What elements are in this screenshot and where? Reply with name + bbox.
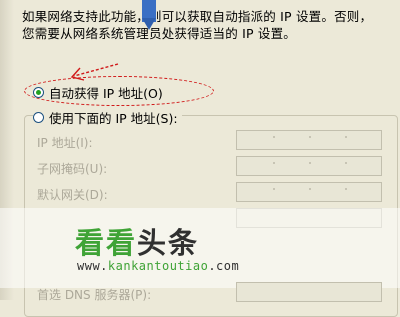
brand-dark-text: 头条 xyxy=(137,226,200,260)
description-text: 如果网络支持此功能，则可以获取自动指派的 IP 设置。否则， 您需要从网络系统管… xyxy=(22,8,398,42)
description-line-1: 如果网络支持此功能，则可以获取自动指派的 IP 设置。否则， xyxy=(22,9,373,24)
ip-address-field[interactable] xyxy=(236,130,382,150)
watermark-url: www.kankantoutiao.com xyxy=(77,259,239,273)
radio-auto-ip-button[interactable] xyxy=(33,87,44,98)
watermark-overlay xyxy=(0,208,400,288)
url-domain: kankantoutiao xyxy=(107,259,209,273)
subnet-mask-label: 子网掩码(U): xyxy=(37,162,108,176)
radio-auto-ip-label: 自动获得 IP 地址(O) xyxy=(49,86,163,101)
radio-manual-ip-button[interactable] xyxy=(33,112,44,123)
watermark-brand: 看看头条 xyxy=(75,220,199,262)
radio-auto-ip[interactable]: 自动获得 IP 地址(O) xyxy=(33,83,163,102)
default-gateway-field[interactable] xyxy=(236,182,382,202)
url-suffix: .com xyxy=(208,259,240,273)
subnet-mask-field[interactable] xyxy=(236,156,382,176)
blue-arrow-icon xyxy=(142,0,156,30)
ip-address-label: IP 地址(I): xyxy=(37,136,93,150)
radio-manual-ip[interactable]: 使用下面的 IP 地址(S): xyxy=(33,108,182,127)
url-prefix: www. xyxy=(77,259,108,273)
default-gateway-label: 默认网关(D): xyxy=(37,188,108,202)
radio-manual-ip-label: 使用下面的 IP 地址(S): xyxy=(49,111,178,126)
preferred-dns-label: 首选 DNS 服务器(P): xyxy=(37,288,152,302)
brand-green-text: 看看 xyxy=(75,226,138,260)
preferred-dns-field[interactable] xyxy=(236,282,382,302)
description-line-2: 您需要从网络系统管理员处获得适当的 IP 设置。 xyxy=(22,26,296,41)
